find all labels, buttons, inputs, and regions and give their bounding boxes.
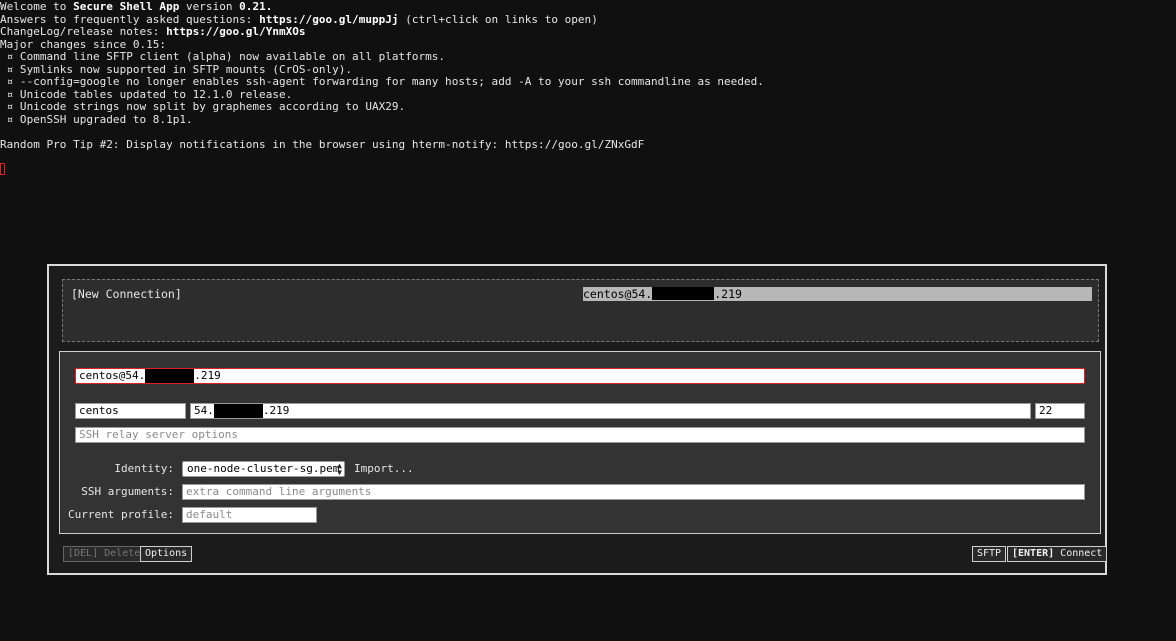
welcome-line: Welcome to Secure Shell App version 0.21…	[0, 0, 273, 13]
redacted-block	[213, 404, 263, 418]
redacted-block	[145, 369, 195, 383]
current-profile-label: Current profile:	[68, 508, 174, 521]
port-input[interactable]: 22	[1035, 403, 1085, 419]
terminal[interactable]: Welcome to Secure Shell App version 0.21…	[0, 0, 1176, 641]
change-item: ¤ --config=google no longer enables ssh-…	[0, 75, 764, 88]
delete-button[interactable]: [DEL] Delete	[63, 546, 146, 562]
change-item: ¤ Symlinks now supported in SFTP mounts …	[0, 62, 353, 76]
profile-item-new-connection[interactable]: [New Connection]	[71, 287, 182, 301]
pro-tip-line: Random Pro Tip #2: Display notifications…	[0, 138, 645, 151]
change-item: ¤ Unicode tables updated to 12.1.0 relea…	[0, 87, 293, 101]
changelog-line: ChangeLog/release notes: https://goo.gl/…	[0, 25, 306, 38]
identity-label: Identity:	[114, 462, 174, 475]
changelog-link[interactable]: https://goo.gl/YnmXOs	[166, 25, 306, 38]
change-item: ¤ Unicode strings now split by graphemes…	[0, 100, 406, 113]
ssh-arguments-label: SSH arguments:	[81, 485, 174, 498]
connect-button[interactable]: [ENTER] Connect	[1007, 546, 1108, 562]
hostname-input[interactable]: 54. .219	[190, 403, 1031, 419]
select-arrows-icon: ▲ ▼	[337, 461, 342, 477]
sftp-button[interactable]: SFTP	[972, 546, 1007, 562]
relay-options-input[interactable]: SSH relay server options	[75, 427, 1085, 443]
profile-item-selected[interactable]: centos@54. .219	[583, 287, 1092, 301]
options-button[interactable]: Options	[140, 546, 193, 562]
change-item: ¤ OpenSSH upgraded to 8.1p1.	[0, 112, 193, 126]
major-changes-heading: Major changes since 0.15:	[0, 37, 167, 51]
faq-line: Answers to frequently asked questions: h…	[0, 12, 598, 26]
current-profile-input[interactable]: default	[182, 507, 317, 523]
username-input[interactable]: centos	[75, 403, 186, 419]
change-item: ¤ Command line SFTP client (alpha) now a…	[0, 50, 446, 63]
import-button[interactable]: Import...	[354, 461, 414, 477]
redacted-block	[652, 287, 715, 300]
connection-form: centos@54. .219 centos 54. .219 22 SSH rel…	[59, 351, 1101, 534]
terminal-cursor	[0, 163, 5, 175]
faq-link[interactable]: https://goo.gl/muppJj	[259, 13, 399, 26]
identity-select[interactable]: one-node-cluster-sg.pem ▲ ▼	[182, 461, 345, 477]
profile-list[interactable]: [New Connection] centos@54. .219	[62, 279, 1099, 342]
connection-dialog: [New Connection] centos@54. .219 centos@5…	[47, 264, 1108, 575]
destination-input[interactable]: centos@54. .219	[75, 368, 1085, 384]
ssh-arguments-input[interactable]: extra command line arguments	[182, 484, 1085, 500]
